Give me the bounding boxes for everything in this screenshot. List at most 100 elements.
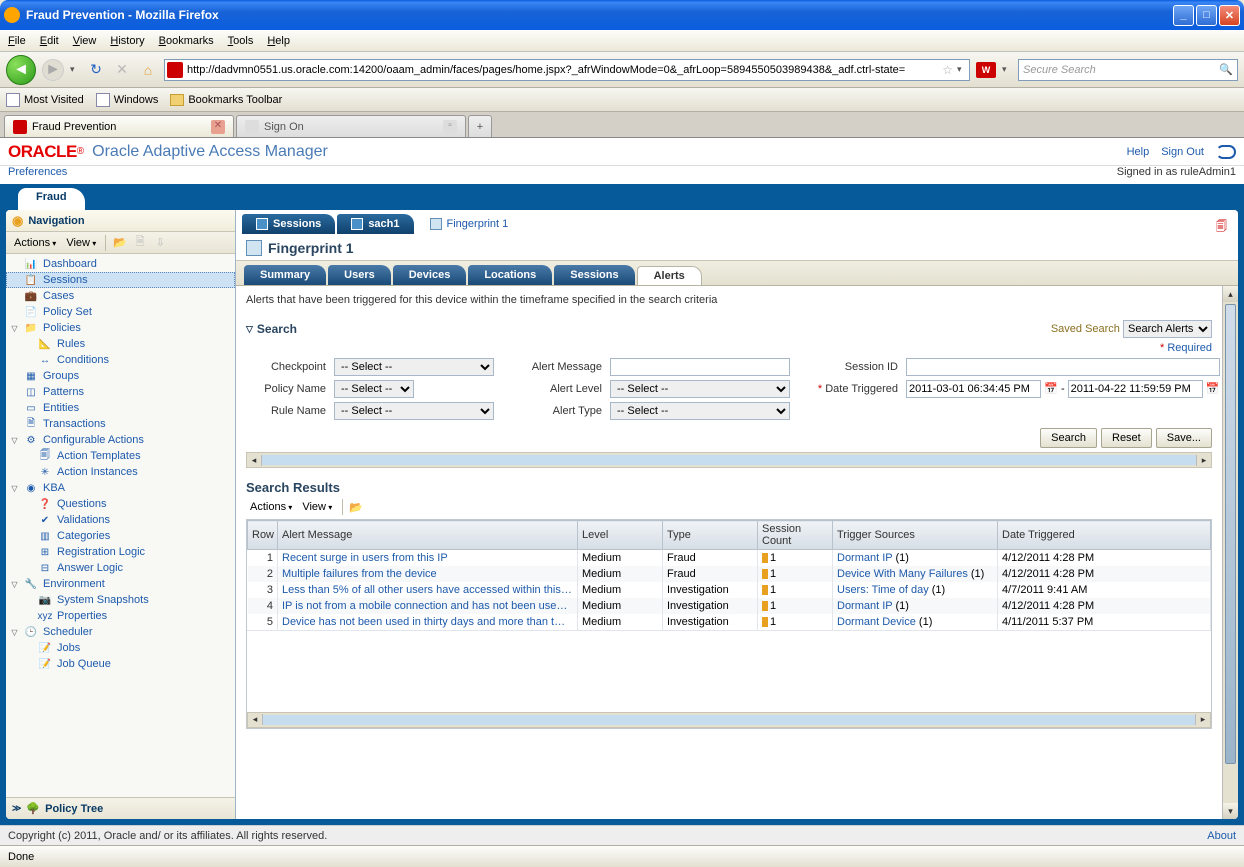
policy-tree-header[interactable]: ≫ 🌳 Policy Tree <box>6 797 235 819</box>
table-row[interactable]: 2Multiple failures from the deviceMedium… <box>248 566 1211 582</box>
bookmark-windows[interactable]: Windows <box>96 93 159 107</box>
nav-item-environment[interactable]: ▽🔧Environment <box>6 576 235 592</box>
menu-file[interactable]: File <box>8 35 26 47</box>
subtab-summary[interactable]: Summary <box>244 265 326 285</box>
results-actions-menu[interactable]: Actions <box>246 501 296 513</box>
date-from-input[interactable] <box>906 380 1041 398</box>
nav-item-sessions[interactable]: 📋Sessions <box>6 272 235 288</box>
nav-item-policy-set[interactable]: 📄Policy Set <box>6 304 235 320</box>
nav-item-action-instances[interactable]: ✳Action Instances <box>6 464 235 480</box>
menu-bookmarks[interactable]: Bookmarks <box>159 35 214 47</box>
nav-item-policies[interactable]: ▽📁Policies <box>6 320 235 336</box>
nav-item-dashboard[interactable]: 📊Dashboard <box>6 256 235 272</box>
home-button[interactable]: ⌂ <box>138 60 158 80</box>
subtab-alerts[interactable]: Alerts <box>637 266 702 286</box>
nav-item-patterns[interactable]: ◫Patterns <box>6 384 235 400</box>
preferences-link[interactable]: Preferences <box>8 166 67 178</box>
menu-edit[interactable]: Edit <box>40 35 59 47</box>
bookmark-toolbar-folder[interactable]: Bookmarks Toolbar <box>170 94 282 106</box>
doc-tab-sessions[interactable]: Sessions <box>242 214 335 234</box>
forward-button[interactable]: ► <box>42 59 64 81</box>
fraud-tab[interactable]: Fraud <box>18 188 85 210</box>
security-shield-icon[interactable]: W <box>976 62 996 78</box>
nav-view-menu[interactable]: View <box>62 237 100 249</box>
nav-item-transactions[interactable]: 🗎Transactions <box>6 416 235 432</box>
nav-item-cases[interactable]: 💼Cases <box>6 288 235 304</box>
nav-history-dropdown[interactable]: ▾ <box>70 64 80 75</box>
folder-icon[interactable]: 📂 <box>349 501 363 514</box>
stop-button[interactable]: ✕ <box>112 60 132 80</box>
tab-close-icon[interactable]: ✕ <box>211 120 225 134</box>
nav-item-action-templates[interactable]: 🗐Action Templates <box>6 448 235 464</box>
doc-tab-fingerprint[interactable]: Fingerprint 1 <box>416 214 523 234</box>
about-link[interactable]: About <box>1207 830 1236 842</box>
table-row[interactable]: 5Device has not been used in thirty days… <box>248 614 1211 630</box>
help-link[interactable]: Help <box>1127 146 1150 158</box>
back-button[interactable]: ◄ <box>6 55 36 85</box>
cell-alert-message[interactable]: IP is not from a mobile connection and h… <box>278 598 578 614</box>
col-alert-message[interactable]: Alert Message <box>278 521 578 550</box>
nav-item-answer-logic[interactable]: ⊟Answer Logic <box>6 560 235 576</box>
reload-button[interactable]: ↻ <box>86 60 106 80</box>
nav-item-scheduler[interactable]: ▽🕒Scheduler <box>6 624 235 640</box>
alert-level-select[interactable]: -- Select -- <box>610 380 790 398</box>
nav-item-groups[interactable]: ▦Groups <box>6 368 235 384</box>
nav-actions-menu[interactable]: Actions <box>10 237 60 249</box>
policy-name-select[interactable]: -- Select -- <box>334 380 414 398</box>
session-id-input[interactable] <box>906 358 1220 376</box>
search-icon[interactable]: 🔍 <box>1219 63 1233 76</box>
table-row[interactable]: 1Recent surge in users from this IPMediu… <box>248 550 1211 566</box>
col-session-count[interactable]: Session Count <box>758 521 833 550</box>
signout-link[interactable]: Sign Out <box>1161 146 1204 158</box>
tab-close-icon[interactable]: ▫ <box>443 120 457 134</box>
new-tab-button[interactable]: + <box>468 115 492 137</box>
bookmark-star-icon[interactable]: ☆ <box>942 63 953 77</box>
results-hscroll[interactable]: ◂▸ <box>247 712 1211 728</box>
nav-item-questions[interactable]: ❓Questions <box>6 496 235 512</box>
col-date-triggered[interactable]: Date Triggered <box>998 521 1211 550</box>
menu-history[interactable]: History <box>110 35 144 47</box>
shield-dropdown[interactable]: ▾ <box>1002 64 1012 75</box>
nav-item-system-snapshots[interactable]: 📷System Snapshots <box>6 592 235 608</box>
bookmark-most-visited[interactable]: Most Visited <box>6 93 84 107</box>
doc-tab-sach1[interactable]: sach1 <box>337 214 413 234</box>
url-dropdown[interactable]: ▾ <box>957 64 967 75</box>
menu-view[interactable]: View <box>73 35 97 47</box>
nav-item-kba[interactable]: ▽◉KBA <box>6 480 235 496</box>
checkpoint-select[interactable]: -- Select -- <box>334 358 494 376</box>
calendar-icon[interactable]: 📅 <box>1206 382 1220 396</box>
minimize-button[interactable]: _ <box>1173 5 1194 26</box>
folder-open-icon[interactable]: 📂 <box>111 235 129 251</box>
cell-alert-message[interactable]: Multiple failures from the device <box>278 566 578 582</box>
nav-item-rules[interactable]: 📐Rules <box>6 336 235 352</box>
nav-item-properties[interactable]: xyzProperties <box>6 608 235 624</box>
table-row[interactable]: 3Less than 5% of all other users have ac… <box>248 582 1211 598</box>
menu-tools[interactable]: Tools <box>228 35 254 47</box>
rule-name-select[interactable]: -- Select -- <box>334 402 494 420</box>
col-type[interactable]: Type <box>663 521 758 550</box>
results-view-menu[interactable]: View <box>298 501 336 513</box>
search-button[interactable]: Search <box>1040 428 1097 448</box>
subtab-users[interactable]: Users <box>328 265 391 285</box>
table-row[interactable]: 4IP is not from a mobile connection and … <box>248 598 1211 614</box>
col-row[interactable]: Row <box>248 521 278 550</box>
vertical-scrollbar[interactable]: ▴▾ <box>1222 286 1238 819</box>
cell-alert-message[interactable]: Device has not been used in thirty days … <box>278 614 578 630</box>
nav-item-categories[interactable]: ▥Categories <box>6 528 235 544</box>
cell-alert-message[interactable]: Recent surge in users from this IP <box>278 550 578 566</box>
subtab-devices[interactable]: Devices <box>393 265 467 285</box>
cell-alert-message[interactable]: Less than 5% of all other users have acc… <box>278 582 578 598</box>
nav-item-jobs[interactable]: 📝Jobs <box>6 640 235 656</box>
col-trigger-sources[interactable]: Trigger Sources <box>833 521 998 550</box>
browser-tab-fraud[interactable]: Fraud Prevention ✕ <box>4 115 234 137</box>
nav-item-conditions[interactable]: ↔Conditions <box>6 352 235 368</box>
nav-item-job-queue[interactable]: 📝Job Queue <box>6 656 235 672</box>
maximize-button[interactable]: □ <box>1196 5 1217 26</box>
date-to-input[interactable] <box>1068 380 1203 398</box>
nav-item-validations[interactable]: ✔Validations <box>6 512 235 528</box>
subtab-locations[interactable]: Locations <box>468 265 552 285</box>
col-level[interactable]: Level <box>578 521 663 550</box>
browser-search[interactable]: Secure Search 🔍 <box>1018 59 1238 81</box>
browser-tab-signon[interactable]: Sign On ▫ <box>236 115 466 137</box>
alert-message-input[interactable] <box>610 358 790 376</box>
